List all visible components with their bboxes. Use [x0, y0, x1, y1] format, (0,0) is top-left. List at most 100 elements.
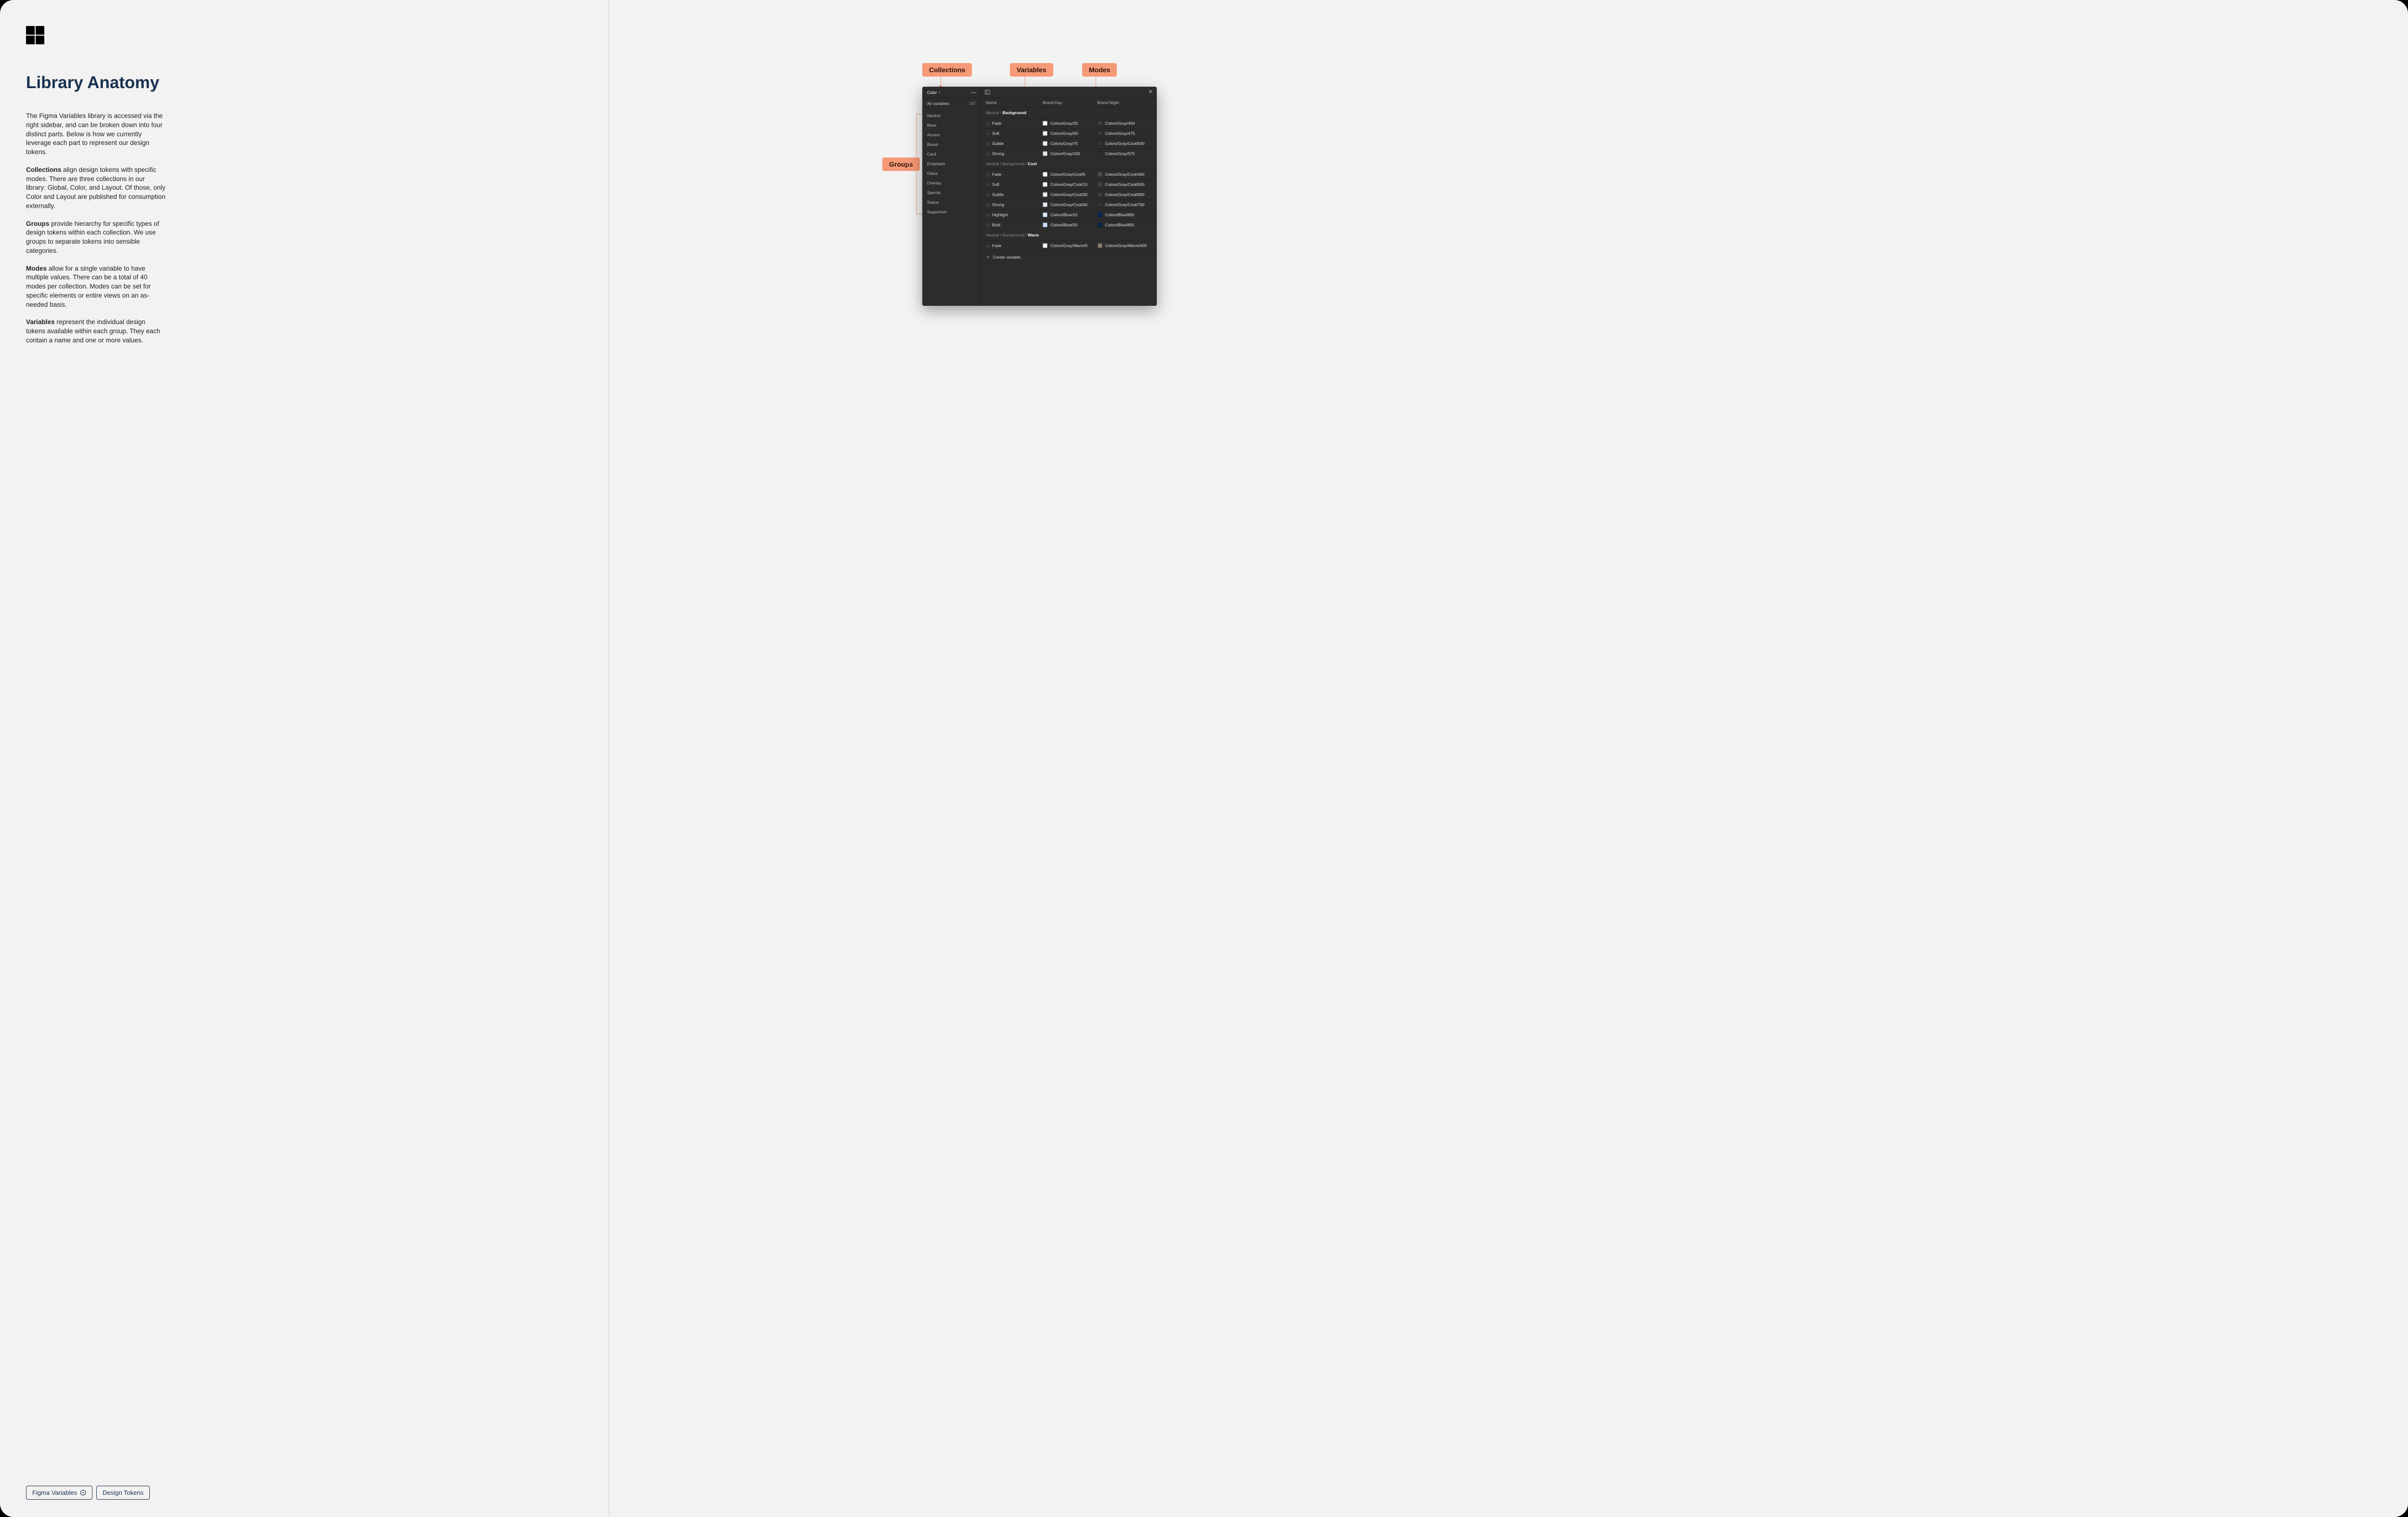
variable-sections: Neutral / Background◇FadeColors/Gray/25C… [981, 107, 1157, 250]
color-swatch [1098, 192, 1102, 197]
variable-row[interactable]: ◇FadeColors/Gray/25Colors/Gray/450 [981, 118, 1157, 128]
group-item[interactable]: Special [922, 188, 981, 197]
token-alias: Colors/Gray/Cool/600 [1105, 192, 1145, 197]
value-mode1[interactable]: Colors/Blue/20 [1043, 222, 1098, 227]
group-item[interactable]: Brand [922, 140, 981, 149]
variable-type-icon: ◇ [986, 141, 989, 146]
value-mode1[interactable]: Colors/Gray/25 [1043, 121, 1098, 126]
variable-name: ◇Strong [986, 151, 1043, 157]
panel-topbar [981, 87, 1157, 98]
value-mode2[interactable]: Colors/Gray/Cool/500 [1098, 141, 1152, 146]
color-swatch [1098, 131, 1102, 136]
modes-paragraph: Modes allow for a single variable to hav… [26, 264, 166, 310]
value-mode1[interactable]: Colors/Gray/Cool/10 [1043, 182, 1098, 187]
column-headers: Name Brand Day Brand Night [981, 98, 1157, 107]
token-alias: Colors/Gray/Cool/500 [1105, 141, 1145, 146]
group-item[interactable]: Base [922, 120, 981, 130]
create-variable-label: Create variable [993, 255, 1021, 260]
group-item[interactable]: Glass [922, 169, 981, 178]
value-mode2[interactable]: Colors/Gray/Warm/400 [1098, 243, 1152, 248]
more-icon[interactable]: ••• [971, 90, 977, 95]
color-swatch [1043, 182, 1047, 187]
color-swatch [1043, 212, 1047, 217]
variable-row[interactable]: ◇FadeColors/Gray/Cool/5Colors/Gray/Cool/… [981, 169, 1157, 179]
token-alias: Colors/Blue/800 [1105, 222, 1134, 227]
all-variables-row[interactable]: All variables 287 [922, 98, 981, 109]
variable-row[interactable]: ◇SubtleColors/Gray/Cool/20Colors/Gray/Co… [981, 189, 1157, 199]
value-mode1[interactable]: Colors/Gray/Cool/40 [1043, 202, 1098, 207]
value-mode2[interactable]: Colors/Gray/475 [1098, 131, 1152, 136]
group-item[interactable]: Status [922, 197, 981, 207]
color-swatch [1098, 172, 1102, 177]
value-mode2[interactable]: Colors/Gray/Cool/600 [1098, 192, 1152, 197]
variable-row[interactable]: ◇SoftColors/Gray/50Colors/Gray/475 [981, 128, 1157, 138]
collection-name: Color [927, 90, 937, 95]
value-mode2[interactable]: Colors/Gray/Cool/700 [1098, 202, 1152, 207]
tag-design-tokens[interactable]: Design Tokens [96, 1486, 150, 1500]
token-alias: Colors/Gray/25 [1050, 121, 1078, 126]
value-mode1[interactable]: Colors/Gray/Cool/5 [1043, 172, 1098, 177]
value-mode2[interactable]: Colors/Gray/Cool/500 [1098, 182, 1152, 187]
variable-type-icon: ◇ [986, 172, 989, 177]
variable-type-icon: ◇ [986, 202, 989, 208]
color-swatch [1098, 121, 1102, 126]
color-swatch [1043, 151, 1047, 156]
collection-switcher[interactable]: Color ▾ [927, 90, 941, 95]
color-swatch [1043, 192, 1047, 197]
token-alias: Colors/Gray/Cool/10 [1050, 182, 1087, 187]
variable-type-icon: ◇ [986, 212, 989, 218]
color-swatch [1043, 131, 1047, 136]
close-icon[interactable] [1148, 89, 1153, 95]
group-item[interactable]: Card [922, 149, 981, 159]
variable-name: ◇Soft [986, 131, 1043, 136]
color-swatch [1098, 202, 1102, 207]
value-mode1[interactable]: Colors/Blue/10 [1043, 212, 1098, 217]
variable-type-icon: ◇ [986, 131, 989, 136]
token-alias: Colors/Gray/Warm/5 [1050, 243, 1087, 248]
group-item[interactable]: Overlay [922, 178, 981, 188]
left-column: Library Anatomy The Figma Variables libr… [0, 0, 609, 1517]
group-item[interactable]: Neutral [922, 111, 981, 120]
token-alias: Colors/Gray/Cool/700 [1105, 202, 1145, 207]
group-item[interactable]: Emphasis [922, 159, 981, 169]
value-mode2[interactable]: Colors/Gray/Cool/400 [1098, 172, 1152, 177]
variable-row[interactable]: ◇Strong Colors/Gray/100 Colors/Gray/575 [981, 148, 1157, 158]
column-mode1: Brand Day [1043, 100, 1098, 105]
group-item[interactable]: Accent [922, 130, 981, 140]
annotation-collections: Collections [922, 63, 972, 77]
value-mode2[interactable]: Colors/Gray/450 [1098, 121, 1152, 126]
value-mode2[interactable]: Colors/Blue/800 [1098, 212, 1152, 217]
token-alias: Colors/Gray/Warm/400 [1105, 243, 1147, 248]
value-mode1[interactable]: Colors/Gray/Cool/20 [1043, 192, 1098, 197]
token-alias: Colors/Gray/Cool/500 [1105, 182, 1145, 187]
create-variable-button[interactable]: ＋ Create variable [981, 250, 1157, 263]
value-mode2[interactable]: Colors/Gray/575 [1098, 151, 1152, 156]
token-alias: Colors/Gray/Cool/20 [1050, 192, 1087, 197]
variable-row[interactable]: ◇FadeColors/Gray/Warm/5Colors/Gray/Warm/… [981, 240, 1157, 250]
variable-name: ◇Subtle [986, 141, 1043, 146]
variable-row[interactable]: ◇SoftColors/Gray/Cool/10Colors/Gray/Cool… [981, 179, 1157, 189]
variable-type-icon: ◇ [986, 243, 989, 248]
value-mode1[interactable]: Colors/Gray/Warm/5 [1043, 243, 1098, 248]
sidebar-toggle-icon[interactable] [985, 90, 990, 95]
tag-figma-variables[interactable]: Figma Variables [26, 1486, 92, 1500]
value-mode1[interactable]: Colors/Gray/75 [1043, 141, 1098, 146]
tag-label: Design Tokens [103, 1489, 144, 1496]
panel-main: Name Brand Day Brand Night Neutral / Bac… [981, 87, 1157, 306]
variable-row[interactable]: ◇BoldColors/Blue/20Colors/Blue/800 [981, 220, 1157, 230]
token-alias: Colors/Gray/100 [1050, 151, 1080, 156]
variable-name: ◇Strong [986, 202, 1043, 208]
variable-row[interactable]: ◇HighlightColors/Blue/10Colors/Blue/800 [981, 209, 1157, 220]
token-alias: Colors/Gray/450 [1105, 121, 1135, 126]
variable-row[interactable]: ◇SubtleColors/Gray/75 Colors/Gray/Cool/50… [981, 138, 1157, 148]
variables-paragraph: Variables represent the individual desig… [26, 318, 166, 345]
variable-row[interactable]: ◇StrongColors/Gray/Cool/40 Colors/Gray/Co… [981, 199, 1157, 209]
value-mode1[interactable]: Colors/Gray/100 [1043, 151, 1098, 156]
variable-name: ◇Fade [986, 172, 1043, 177]
value-mode2[interactable]: Colors/Blue/800 [1098, 222, 1152, 227]
value-mode1[interactable]: Colors/Gray/50 [1043, 131, 1098, 136]
color-swatch [1043, 172, 1047, 177]
color-swatch [1098, 222, 1102, 227]
group-item[interactable]: Supportive [922, 207, 981, 217]
token-alias: Colors/Blue/800 [1105, 212, 1134, 217]
